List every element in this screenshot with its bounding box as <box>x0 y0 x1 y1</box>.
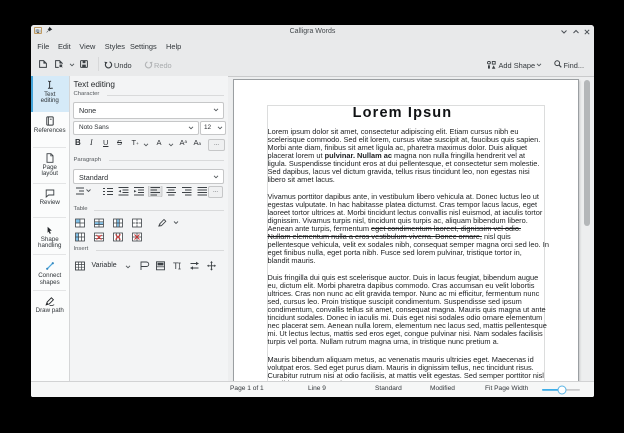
svg-text:T: T <box>173 261 179 271</box>
